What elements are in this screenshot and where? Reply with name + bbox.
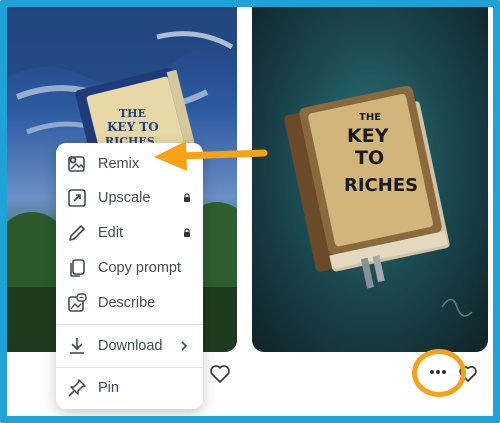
copy-icon — [70, 259, 85, 277]
menu-item-label: Edit — [98, 225, 123, 241]
upscale-icon — [68, 189, 86, 207]
menu-item-download[interactable]: Download — [56, 329, 203, 363]
pin-icon — [68, 379, 86, 397]
menu-item-upscale[interactable]: Upscale — [56, 181, 203, 215]
book-title-line-2: KEY — [347, 125, 389, 147]
menu-divider — [56, 324, 203, 325]
menu-divider — [56, 367, 203, 368]
book-illustration-right: THE KEY TO RICHES — [284, 85, 473, 317]
book-title-line-4: RICHES — [344, 175, 418, 196]
menu-item-label: Upscale — [98, 190, 151, 206]
menu-item-label: Copy prompt — [98, 260, 182, 276]
lock-icon — [184, 228, 190, 237]
image-card-right[interactable]: THE KEY TO RICHES — [252, 7, 488, 352]
menu-item-label: Remix — [98, 156, 140, 172]
more-options-button[interactable] — [420, 363, 456, 381]
menu-item-describe[interactable]: Describe — [56, 286, 203, 320]
menu-item-label: Download — [98, 338, 163, 354]
context-menu: Remix Upscale Edit Copy prompt Describe … — [56, 143, 203, 409]
pencil-icon — [69, 225, 85, 241]
menu-item-label: Describe — [98, 295, 156, 311]
remix-icon — [68, 156, 85, 172]
annotation-arrow-icon — [154, 141, 268, 171]
book-title-line-2: KEY TO — [107, 120, 159, 134]
menu-item-label: Pin — [98, 380, 119, 396]
menu-item-copy-prompt[interactable]: Copy prompt — [56, 251, 203, 285]
menu-item-edit[interactable]: Edit — [56, 216, 203, 250]
chevron-right-icon — [181, 341, 188, 351]
menu-item-pin[interactable]: Pin — [56, 371, 203, 405]
more-horizontal-icon — [430, 370, 446, 374]
book-title-line-1: THE — [359, 112, 381, 123]
heart-icon[interactable] — [209, 364, 231, 384]
book-title-line-1: THE — [119, 107, 146, 120]
download-icon — [70, 338, 84, 354]
describe-icon — [68, 293, 87, 312]
lock-icon — [184, 193, 190, 202]
book-title-line-3: TO — [355, 147, 384, 169]
